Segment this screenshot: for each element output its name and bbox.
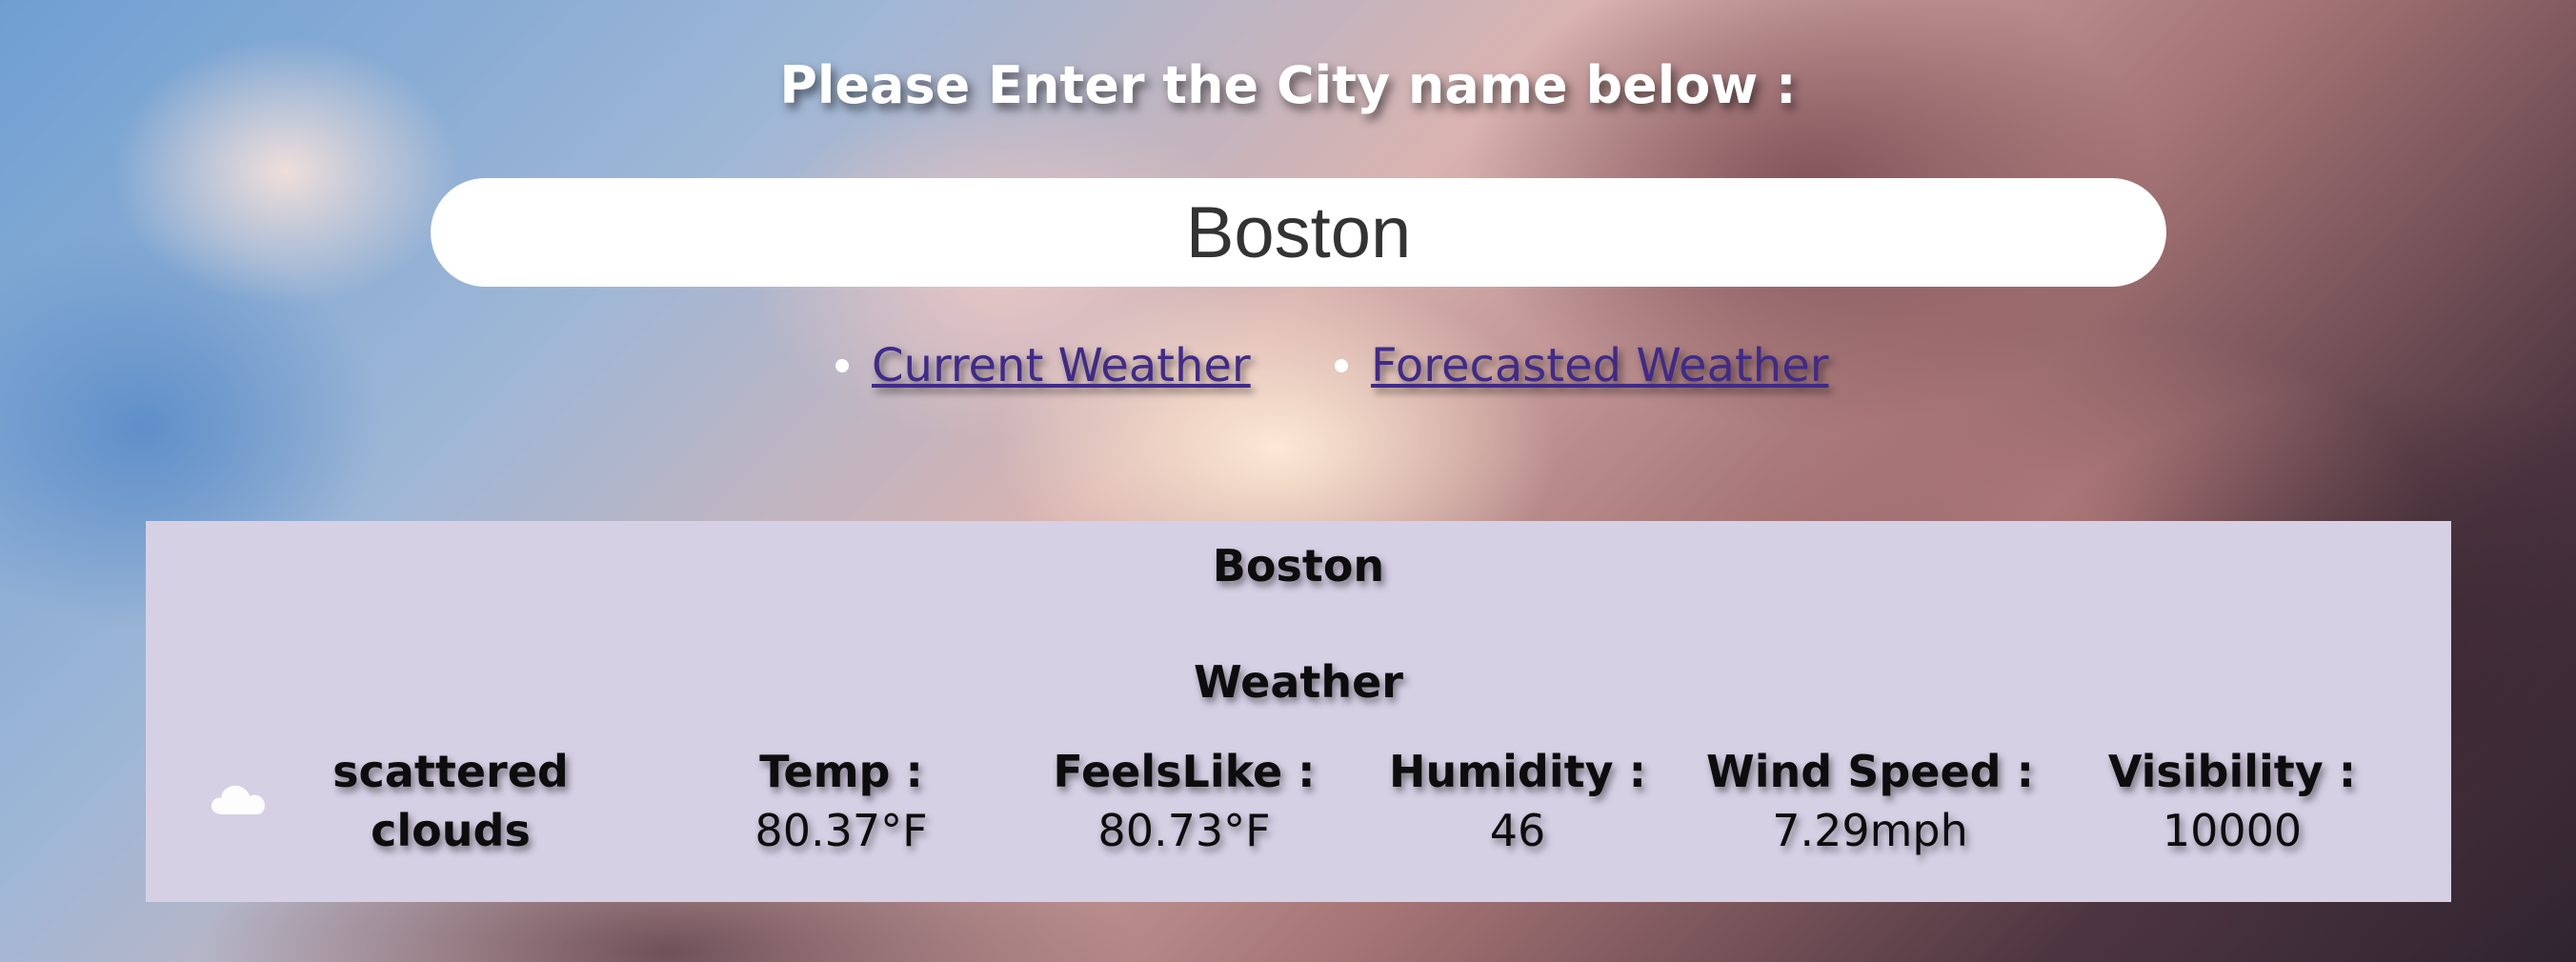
wind-speed-value: 7.29mph bbox=[1772, 805, 1968, 856]
visibility-value: 10000 bbox=[2162, 805, 2303, 856]
feels-like-label: FeelsLike : bbox=[1053, 746, 1316, 797]
cloud-icon bbox=[211, 785, 265, 814]
weather-description: scattered clouds bbox=[332, 746, 569, 856]
temp-label: Temp : bbox=[759, 746, 923, 797]
temp-value: 80.37°F bbox=[755, 805, 928, 856]
visibility-stat: Visibility : 10000 bbox=[2042, 742, 2423, 860]
city-search-input[interactable] bbox=[431, 178, 2166, 287]
weather-heading: Weather bbox=[1194, 656, 1403, 708]
feels-like-stat: FeelsLike : 80.73°F bbox=[1003, 742, 1365, 860]
nav-item-forecasted-weather: Forecasted Weather bbox=[1335, 337, 1828, 394]
city-prompt-heading: Please Enter the City name below : bbox=[779, 55, 1797, 115]
nav-item-current-weather: Current Weather bbox=[835, 337, 1251, 394]
bullet-icon bbox=[1335, 359, 1348, 372]
bullet-icon bbox=[835, 359, 849, 372]
visibility-label: Visibility : bbox=[2107, 746, 2357, 797]
wind-speed-stat: Wind Speed : 7.29mph bbox=[1641, 742, 2099, 860]
weather-nav: Current Weather Forecasted Weather bbox=[0, 337, 2576, 394]
current-weather-link[interactable]: Current Weather bbox=[872, 339, 1251, 392]
weather-panel: Boston Weather scattered clouds Temp : 8… bbox=[146, 521, 2451, 902]
temp-stat: Temp : 80.37°F bbox=[689, 742, 994, 860]
wind-speed-label: Wind Speed : bbox=[1706, 746, 2034, 797]
feels-like-value: 80.73°F bbox=[1097, 805, 1271, 856]
city-name: Boston bbox=[1212, 540, 1385, 591]
forecasted-weather-link[interactable]: Forecasted Weather bbox=[1371, 339, 1828, 392]
